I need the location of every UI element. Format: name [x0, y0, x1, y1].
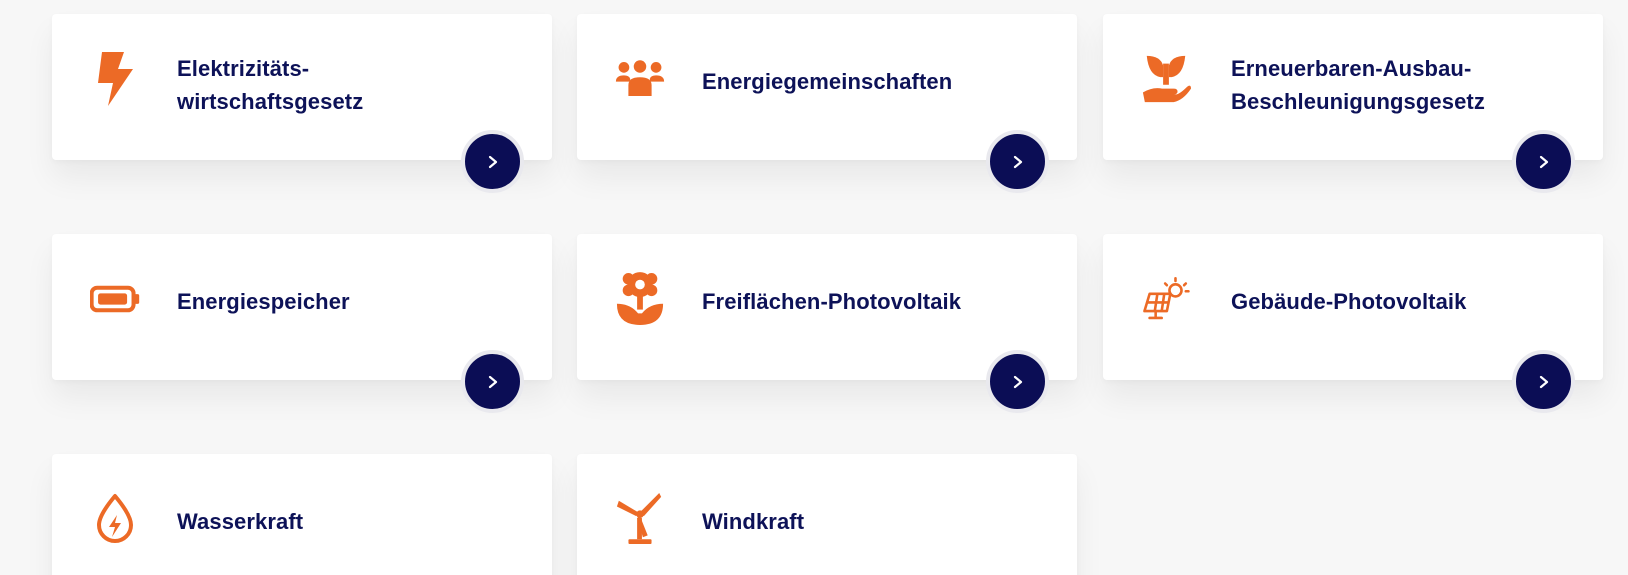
card-title: Windkraft [702, 509, 805, 534]
card-title: Gebäude-Photovoltaik [1231, 289, 1467, 314]
card-title: Elektrizitäts- wirtschaftsgesetz [177, 56, 364, 114]
card-freiflaechen-photovoltaik[interactable]: Freiflächen-Photovoltaik [577, 234, 1077, 413]
card-elektrizitaetswirtschaftsgesetz[interactable]: Elektrizitäts- wirtschaftsgesetz [52, 14, 552, 193]
open-button[interactable] [1512, 130, 1575, 193]
flower-icon [615, 268, 665, 330]
people-group-icon [615, 48, 665, 110]
card-wasserkraft[interactable]: Wasserkraft [52, 454, 552, 575]
card-energiespeicher[interactable]: Energiespeicher [52, 234, 552, 413]
open-button[interactable] [461, 350, 524, 413]
open-button[interactable] [986, 130, 1049, 193]
open-button[interactable] [461, 130, 524, 193]
solar-panel-sun-icon [1141, 268, 1191, 330]
card-title: Erneuerbaren-Ausbau- Beschleunigungsgese… [1231, 56, 1485, 114]
card-title: Energiegemeinschaften [702, 69, 953, 94]
chevron-right-icon [488, 375, 497, 388]
wind-turbine-icon [615, 488, 665, 550]
chevron-right-icon [1539, 155, 1548, 168]
card-erneuerbaren-ausbau[interactable]: Erneuerbaren-Ausbau- Beschleunigungsgese… [1103, 14, 1603, 193]
card-gebaeude-photovoltaik[interactable]: Gebäude-Photovoltaik [1103, 234, 1603, 413]
card-title: Freiflächen-Photovoltaik [702, 289, 962, 314]
chevron-right-icon [488, 155, 497, 168]
card-title: Energiespeicher [177, 289, 350, 314]
chevron-right-icon [1539, 375, 1548, 388]
water-drop-bolt-icon [90, 488, 140, 550]
open-button[interactable] [986, 350, 1049, 413]
card-energiegemeinschaften[interactable]: Energiegemeinschaften [577, 14, 1077, 193]
chevron-right-icon [1013, 155, 1022, 168]
open-button[interactable] [1512, 350, 1575, 413]
lightning-icon [90, 48, 140, 110]
topics-grid: Elektrizitäts- wirtschaftsgesetz Energie… [0, 0, 1628, 575]
chevron-right-icon [1013, 375, 1022, 388]
hand-sprout-icon [1141, 48, 1191, 110]
battery-icon [90, 268, 140, 330]
card-windkraft[interactable]: Windkraft [577, 454, 1077, 575]
card-title: Wasserkraft [177, 509, 304, 534]
